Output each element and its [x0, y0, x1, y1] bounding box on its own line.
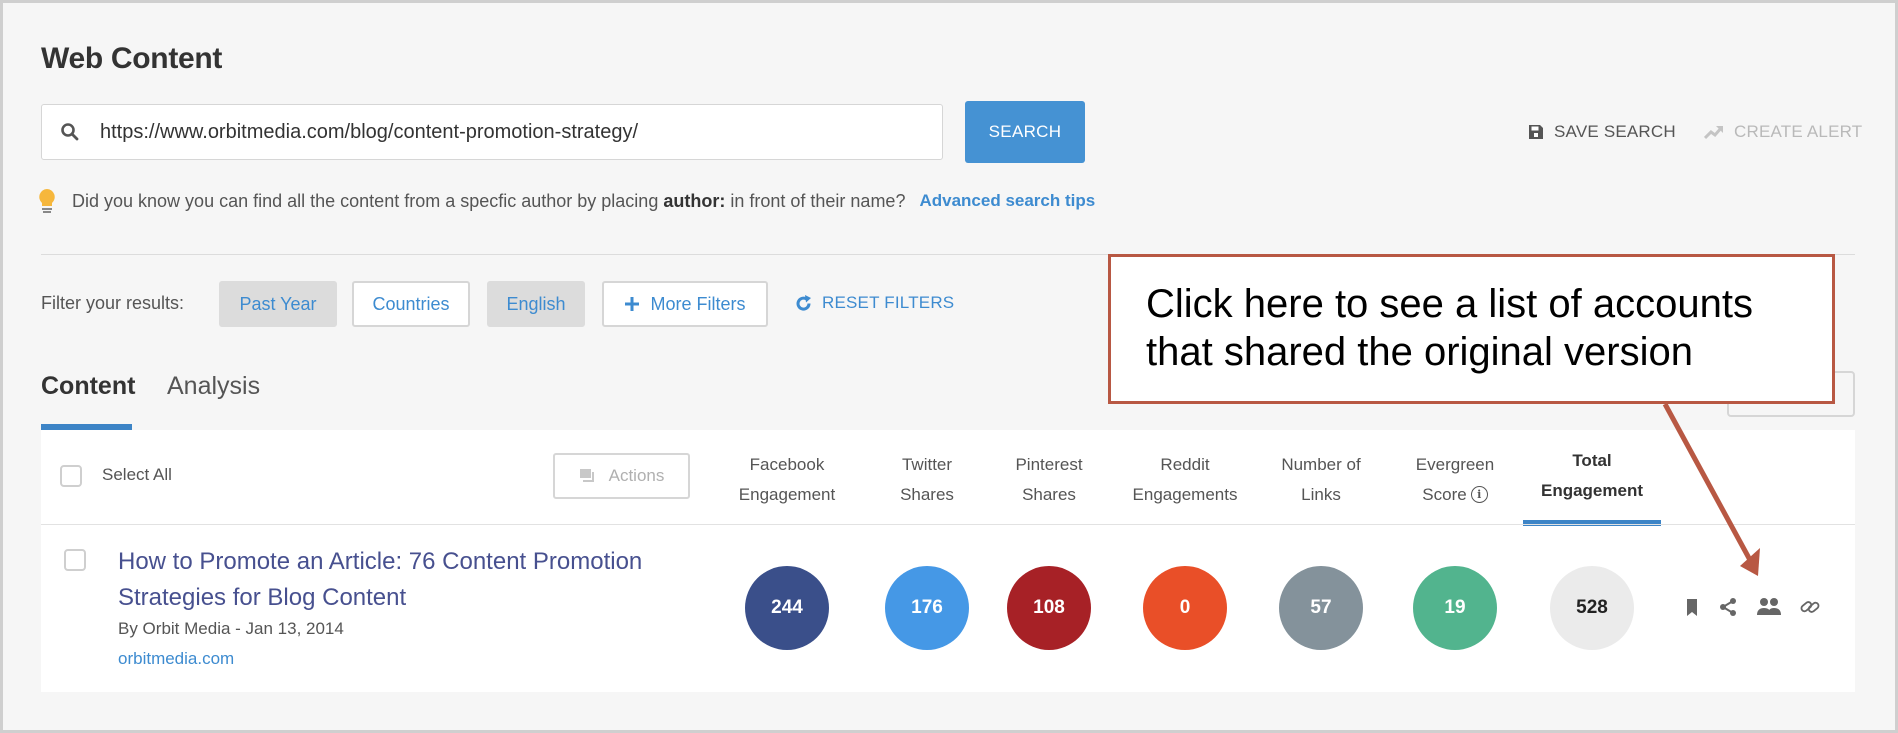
- floppy-disk-icon: [1529, 125, 1543, 139]
- col-label: Facebook: [749, 455, 825, 474]
- metric-links[interactable]: 57: [1279, 566, 1363, 650]
- filter-countries[interactable]: Countries: [352, 281, 470, 327]
- col-label: Engagement: [738, 485, 836, 504]
- col-label: Twitter: [901, 455, 953, 474]
- metric-pinterest[interactable]: 108: [1007, 566, 1091, 650]
- share-icon[interactable]: [1717, 596, 1739, 618]
- metric-twitter[interactable]: 176: [885, 566, 969, 650]
- col-label: Pinterest: [1015, 455, 1083, 474]
- tip-suffix: in front of their name?: [730, 190, 906, 211]
- bookmark-icon[interactable]: [1681, 596, 1703, 618]
- refresh-icon: [796, 294, 811, 311]
- col-label: Reddit: [1160, 455, 1210, 474]
- trending-up-icon: [1704, 126, 1724, 140]
- col-label: Evergreen: [1415, 455, 1495, 474]
- filter-countries-label: Countries: [372, 293, 450, 314]
- annotation-text: Click here to see a list of accounts tha…: [1146, 282, 1753, 374]
- sorted-column-indicator: [1523, 520, 1661, 526]
- col-twitter-shares[interactable]: Twitter Shares: [857, 450, 997, 510]
- col-total-engagement[interactable]: Total Engagement: [1522, 446, 1662, 506]
- sharers-icon[interactable]: [1756, 596, 1782, 618]
- col-label: Shares: [1022, 485, 1076, 504]
- col-label: Total: [1572, 451, 1612, 470]
- search-icon: [61, 123, 79, 141]
- tip-prefix: Did you know you can find all the conten…: [72, 190, 659, 211]
- col-facebook-engagement[interactable]: Facebook Engagement: [717, 450, 857, 510]
- col-label: Engagements: [1132, 485, 1238, 504]
- metric-facebook[interactable]: 244: [745, 566, 829, 650]
- tip-keyword: author:: [663, 190, 726, 211]
- page-title: Web Content: [41, 42, 223, 75]
- more-filters-button[interactable]: More Filters: [602, 281, 768, 327]
- filter-past-year[interactable]: Past Year: [219, 281, 337, 327]
- save-search-label: SAVE SEARCH: [1554, 122, 1676, 141]
- col-reddit-engagements[interactable]: Reddit Engagements: [1115, 450, 1255, 510]
- search-button[interactable]: SEARCH: [965, 101, 1085, 163]
- reset-filters-label: RESET FILTERS: [822, 293, 955, 312]
- metric-reddit[interactable]: 0: [1143, 566, 1227, 650]
- article-domain-link[interactable]: orbitmedia.com: [118, 649, 234, 669]
- plus-icon: [625, 297, 640, 311]
- filter-past-year-label: Past Year: [239, 293, 317, 314]
- col-evergreen-score[interactable]: Evergreen Score i: [1385, 450, 1525, 510]
- filter-english-label: English: [506, 293, 566, 314]
- filter-label: Filter your results:: [41, 293, 185, 313]
- header-divider: [41, 524, 1855, 525]
- more-filters-label: More Filters: [650, 293, 746, 314]
- col-pinterest-shares[interactable]: Pinterest Shares: [979, 450, 1119, 510]
- create-alert-label: CREATE ALERT: [1734, 122, 1863, 141]
- tab-content[interactable]: Content: [41, 372, 135, 401]
- select-all-label: Select All: [102, 465, 172, 484]
- col-label: Engagement: [1540, 481, 1644, 500]
- article-meta: By Orbit Media - Jan 13, 2014: [118, 619, 344, 638]
- col-label: Number of: [1281, 455, 1361, 474]
- select-all-checkbox[interactable]: [60, 465, 82, 487]
- link-icon[interactable]: [1799, 596, 1821, 618]
- info-icon[interactable]: i: [1470, 486, 1488, 503]
- advanced-search-tips-link[interactable]: Advanced search tips: [919, 191, 1095, 211]
- copy-icon: [579, 469, 594, 482]
- search-input[interactable]: [100, 106, 930, 158]
- col-label: Score: [1422, 485, 1467, 504]
- tab-analysis[interactable]: Analysis: [167, 372, 260, 401]
- filter-english[interactable]: English: [487, 281, 585, 327]
- metric-evergreen[interactable]: 19: [1413, 566, 1497, 650]
- article-title-link[interactable]: How to Promote an Article: 76 Content Pr…: [118, 544, 718, 616]
- actions-button[interactable]: Actions: [553, 453, 690, 499]
- save-search-button[interactable]: SAVE SEARCH: [1528, 122, 1676, 142]
- reset-filters-button[interactable]: RESET FILTERS: [795, 293, 954, 313]
- col-label: Shares: [900, 485, 954, 504]
- col-label: Links: [1301, 485, 1341, 504]
- metric-total[interactable]: 528: [1550, 566, 1634, 650]
- lightbulb-icon: [39, 189, 55, 213]
- search-tip: Did you know you can find all the conten…: [38, 188, 1095, 214]
- col-number-of-links[interactable]: Number of Links: [1251, 450, 1391, 510]
- row-checkbox[interactable]: [64, 549, 86, 571]
- create-alert-button[interactable]: CREATE ALERT: [1704, 122, 1862, 142]
- actions-label: Actions: [608, 466, 665, 485]
